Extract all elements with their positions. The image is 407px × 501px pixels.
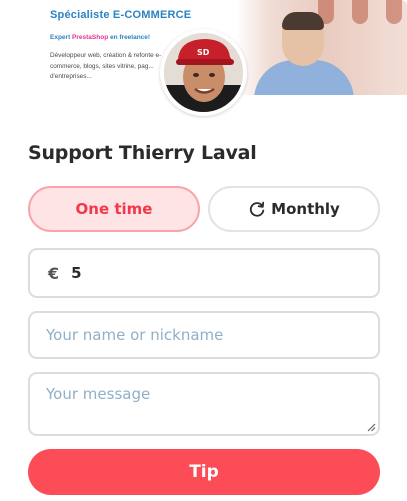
- svg-text:SD: SD: [197, 48, 210, 57]
- tip-button[interactable]: Tip: [28, 449, 380, 495]
- tip-card: Spécialiste E-COMMERCE Expert PrestaShop…: [0, 0, 407, 501]
- refresh-icon: [250, 201, 265, 217]
- monthly-button[interactable]: Monthly: [208, 186, 380, 232]
- banner-description: Développeur web, création & refonte e-co…: [50, 52, 162, 80]
- one-time-button[interactable]: One time: [28, 186, 200, 232]
- banner-brand: PrestaShop: [72, 34, 109, 41]
- one-time-label: One time: [75, 200, 153, 218]
- avatar: SD: [160, 29, 247, 116]
- page-title: Support Thierry Laval: [28, 142, 257, 164]
- currency-symbol: €: [48, 263, 60, 283]
- monthly-label: Monthly: [271, 200, 340, 218]
- lamp-decoration: [386, 0, 402, 24]
- resize-handle-icon[interactable]: [366, 422, 376, 432]
- banner-title: Spécialiste E-COMMERCE: [50, 9, 192, 21]
- amount-field[interactable]: €: [28, 248, 380, 298]
- tip-button-label: Tip: [189, 462, 219, 482]
- profile-photo-icon: SD: [164, 33, 243, 112]
- banner-person-photo: [250, 10, 360, 95]
- name-field[interactable]: [28, 311, 380, 359]
- message-field[interactable]: [28, 372, 380, 436]
- message-input[interactable]: [46, 385, 366, 425]
- name-input[interactable]: [46, 326, 366, 344]
- amount-input[interactable]: [71, 264, 352, 282]
